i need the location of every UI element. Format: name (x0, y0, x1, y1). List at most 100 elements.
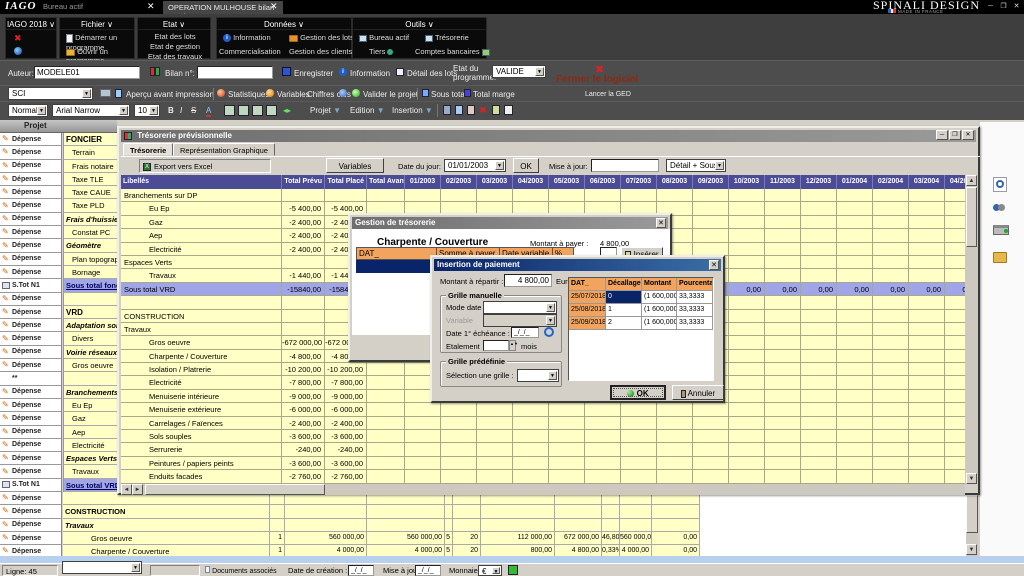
sidebar-type-cell[interactable]: ✎Dépense (0, 492, 62, 505)
treso-month-cell[interactable] (477, 189, 513, 201)
status-select[interactable]: ▼ (62, 561, 142, 574)
treso-month-cell[interactable] (873, 269, 909, 281)
sidebar-type-cell[interactable]: ✎Dépense (0, 319, 62, 332)
treso-row[interactable]: Sols souples-3 600,00-3 600,00 (121, 430, 965, 443)
sidebar-type-cell[interactable]: ✎Dépense (0, 412, 62, 425)
align-justify-icon[interactable] (266, 105, 277, 116)
insertion-titlebar[interactable]: Insertion de paiement✕ (434, 259, 721, 271)
treso-month-cell[interactable] (873, 296, 909, 308)
treso-label-cell[interactable]: Serrurerie (121, 443, 282, 455)
treso-month-cell[interactable]: 0,00 (945, 283, 965, 295)
treso-month-cell[interactable] (945, 457, 965, 469)
treso-month-cell[interactable] (585, 189, 621, 201)
treso-month-cell[interactable] (837, 189, 873, 201)
treso-month-cell[interactable] (765, 403, 801, 415)
menu-donnees-header[interactable]: Données ∨ (217, 18, 351, 30)
treso-month-cell[interactable] (693, 216, 729, 228)
sheet-value-cell[interactable]: 20 (453, 532, 481, 544)
sidebar-type-cell[interactable]: ✎Dépense (0, 532, 62, 545)
treso-month-cell[interactable] (801, 202, 837, 214)
italic-button[interactable]: I (180, 106, 182, 115)
treso-value-cell[interactable]: -1 440,00 (282, 269, 325, 281)
treso-month-cell[interactable] (873, 243, 909, 255)
ok-button[interactable]: OK (513, 158, 539, 173)
sidebar-type-cell[interactable]: ✎Dépense (0, 359, 62, 372)
close-icon[interactable]: ✕ (709, 260, 719, 270)
menu-item-comptes-bancaires[interactable]: Comptes bancaires (415, 47, 490, 56)
treso-month-cell[interactable] (945, 443, 965, 455)
sheet-row[interactable]: Gros oeuvre1560 000,00560 000,00520112 0… (63, 532, 700, 545)
treso-col-header[interactable]: Total Avant (367, 175, 405, 189)
sidebar-type-cell[interactable]: ✎Dépense (0, 293, 62, 306)
treso-month-cell[interactable] (837, 443, 873, 455)
treso-month-cell[interactable] (513, 430, 549, 442)
sheet-value-cell[interactable]: 560 000,00 (367, 532, 445, 544)
treso-row[interactable]: Peintures / papiers peints-3 600,00-3 60… (121, 457, 965, 470)
treso-month-cell[interactable] (657, 403, 693, 415)
treso-month-cell[interactable] (765, 189, 801, 201)
treso-month-cell[interactable] (765, 336, 801, 348)
treso-row[interactable]: Carrelages / Faïences-2 400,00-2 400,00 (121, 417, 965, 430)
payment-col-header[interactable]: Montant (642, 278, 677, 291)
close-tab-icon[interactable]: ✕ (270, 1, 278, 12)
sheet-row[interactable]: Travaux (63, 519, 700, 532)
treso-month-cell[interactable] (873, 417, 909, 429)
sidebar-type-cell[interactable]: ✎Dépense (0, 199, 62, 212)
treso-month-cell[interactable] (513, 189, 549, 201)
treso-label-cell[interactable]: Gaz (121, 216, 282, 228)
payment-cell[interactable]: 1 (606, 304, 642, 317)
treso-month-cell[interactable] (729, 457, 765, 469)
treso-month-cell[interactable] (909, 243, 945, 255)
mise-a-jour-input[interactable] (415, 565, 441, 576)
treso-month-cell[interactable] (945, 323, 965, 335)
treso-month-cell[interactable] (729, 310, 765, 322)
treso-value-cell[interactable]: -7 800,00 (282, 376, 325, 388)
delete-icon[interactable]: ✖ (479, 105, 487, 116)
undo-icon[interactable]: ◂▸ (283, 106, 291, 115)
payment-cell[interactable]: (1 600,0000) (642, 291, 677, 304)
sheet-value-cell[interactable]: 560 000,0.. (620, 532, 652, 544)
payment-cell[interactable]: 25/08/2018 (569, 304, 606, 317)
treso-label-cell[interactable]: CONSTRUCTION (121, 310, 282, 322)
valider-projet-button[interactable]: Valider le projet (363, 90, 418, 99)
treso-month-cell[interactable] (873, 457, 909, 469)
payment-cell[interactable]: 33,3333 (677, 317, 713, 330)
treso-month-cell[interactable] (873, 376, 909, 388)
sidebar-account-cell[interactable]: Taxe PLD (64, 199, 117, 212)
treso-value-cell[interactable] (367, 470, 405, 482)
sheet-value-cell[interactable] (270, 505, 285, 517)
treso-month-cell[interactable] (765, 296, 801, 308)
fermer-logiciel-button[interactable]: Fermer le logiciel (556, 74, 638, 85)
treso-label-cell[interactable]: Carrelages / Faïences (121, 417, 282, 429)
zoom-page-icon[interactable] (993, 177, 1007, 192)
treso-value-cell[interactable]: -3 600,00 (282, 457, 325, 469)
treso-month-cell[interactable] (765, 323, 801, 335)
treso-value-cell[interactable] (367, 430, 405, 442)
treso-month-cell[interactable] (945, 269, 965, 281)
treso-month-cell[interactable] (945, 296, 965, 308)
sidebar-account-cell[interactable]: Eu Ep (64, 399, 117, 412)
treso-month-cell[interactable] (873, 350, 909, 362)
payment-cell[interactable]: 2 (606, 317, 642, 330)
treso-month-cell[interactable] (801, 229, 837, 241)
tab-bureau-actif[interactable]: Bureau actif (43, 2, 83, 11)
variables-button[interactable]: Variables (326, 158, 384, 173)
treso-month-cell[interactable] (657, 430, 693, 442)
treso-month-cell[interactable] (729, 390, 765, 402)
treso-value-cell[interactable]: -2 400,00 (282, 216, 325, 228)
lancer-ged-button[interactable]: Lancer la GED (585, 91, 631, 98)
payment-cell[interactable]: 0 (606, 291, 642, 304)
treso-label-cell[interactable]: Electricité (121, 243, 282, 255)
treso-month-cell[interactable] (909, 430, 945, 442)
chevron-down-icon[interactable]: ▼ (548, 371, 557, 380)
treso-month-cell[interactable] (945, 243, 965, 255)
sheet-value-cell[interactable] (285, 519, 367, 531)
etat-programme-select[interactable]: VALIDE▼ (492, 65, 546, 78)
chevron-down-icon[interactable]: ▼ (546, 303, 555, 312)
treso-label-cell[interactable]: Isolation / Platrerie (121, 363, 282, 375)
sidebar-type-cell[interactable]: S.Tot N1 (0, 479, 62, 492)
treso-month-cell[interactable] (441, 430, 477, 442)
treso-month-cell[interactable] (873, 336, 909, 348)
treso-month-cell[interactable] (729, 417, 765, 429)
treso-row[interactable]: Branchements sur DP (121, 189, 965, 202)
